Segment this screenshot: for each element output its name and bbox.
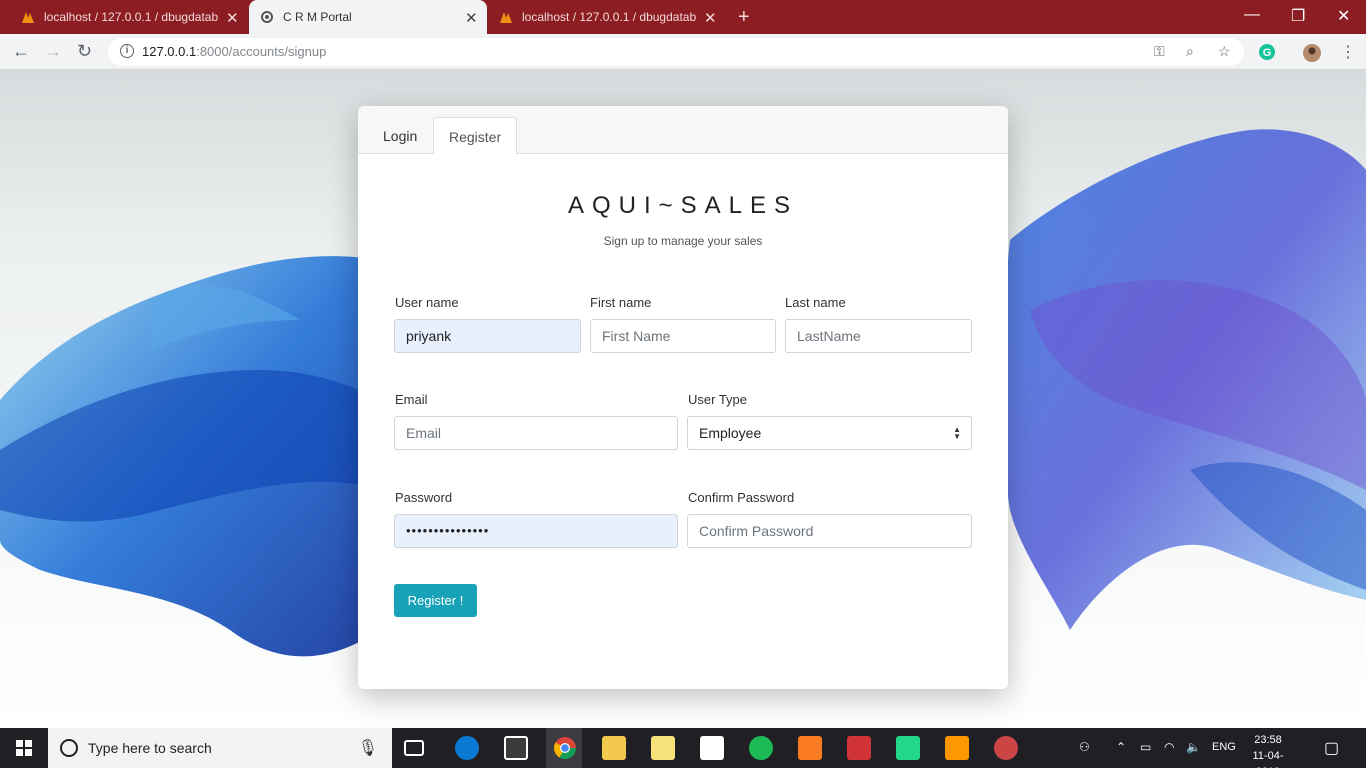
new-tab-button[interactable]: + — [738, 6, 750, 29]
key-icon[interactable]: ⚿ — [1154, 43, 1165, 60]
browser-tab-crm-portal[interactable]: C R M Portal ✕ — [249, 0, 487, 34]
battery-icon[interactable]: ▭ — [1140, 740, 1151, 754]
back-icon[interactable]: ← — [12, 41, 30, 62]
sublime-text-icon[interactable] — [945, 736, 969, 760]
language-indicator[interactable]: ENG — [1212, 741, 1236, 753]
info-icon[interactable]: i — [120, 44, 134, 58]
page-background: Login Register AQUI~SALES Sign up to man… — [0, 70, 1366, 728]
address-bar[interactable]: i 127.0.0.1:8000/accounts/signup ⚿ ⌕ ☆ — [108, 38, 1244, 66]
right-wave-decoration — [1002, 129, 1366, 631]
close-icon[interactable]: ✕ — [226, 9, 239, 27]
firstname-input[interactable]: First Name — [590, 319, 776, 353]
edge-icon[interactable] — [455, 736, 479, 760]
tab-label: C R M Portal — [283, 10, 352, 24]
system-clock[interactable]: 23:58 11-04-2019 — [1244, 732, 1292, 768]
restore-button[interactable]: ❐ — [1291, 6, 1305, 26]
zoom-icon[interactable]: ⌕ — [1186, 43, 1194, 60]
notification-icon[interactable]: ▢ — [1324, 738, 1339, 758]
close-window-button[interactable]: ✕ — [1337, 6, 1350, 26]
clock-time: 23:58 — [1254, 734, 1282, 746]
usertype-select[interactable]: Employee ▲ ▼ — [687, 416, 972, 450]
phpmyadmin-icon — [500, 12, 512, 23]
forward-icon[interactable]: → — [44, 41, 62, 62]
show-hidden-icons[interactable]: ⌃ — [1116, 740, 1126, 754]
gear-icon — [261, 11, 273, 23]
brand-title: AQUI~SALES — [567, 192, 799, 219]
signup-card: Login Register AQUI~SALES Sign up to man… — [358, 106, 1008, 689]
brand-tagline: Sign up to manage your sales — [603, 234, 763, 248]
minimize-button[interactable]: — — [1244, 6, 1260, 24]
username-input[interactable]: priyank — [394, 319, 581, 353]
url-text[interactable]: 127.0.0.1:8000/accounts/signup — [142, 44, 326, 59]
pycharm-icon[interactable] — [896, 736, 920, 760]
confirm-password-input[interactable]: Confirm Password — [687, 514, 972, 548]
wifi-icon[interactable]: ◠ — [1164, 740, 1174, 754]
spotify-icon[interactable] — [749, 736, 773, 760]
chrome-icon[interactable] — [553, 736, 577, 760]
task-view-icon[interactable] — [404, 740, 424, 756]
mail-icon[interactable] — [700, 736, 724, 760]
reload-icon[interactable]: ↻ — [77, 41, 92, 62]
email-label: Email — [395, 392, 428, 407]
store-icon[interactable] — [504, 736, 528, 760]
phpmyadmin-icon — [22, 12, 34, 23]
select-arrows-icon: ▲ ▼ — [953, 425, 961, 441]
windows-start-icon[interactable] — [16, 740, 32, 756]
star-icon[interactable]: ☆ — [1218, 43, 1231, 60]
card-tabs: Login Register — [358, 106, 1008, 155]
confirm-password-label: Confirm Password — [688, 490, 795, 505]
browser-tab-phpmyadmin-1[interactable]: localhost / 127.0.0.1 / dbugdatab ✕ — [0, 0, 248, 34]
microphone-icon[interactable]: 🎙 — [358, 738, 378, 758]
sticky-notes-icon[interactable] — [651, 736, 675, 760]
menu-icon[interactable]: ⋮ — [1340, 42, 1356, 62]
taskbar-search[interactable]: Type here to search 🎙 — [48, 728, 392, 768]
browser-tab-phpmyadmin-2[interactable]: localhost / 127.0.0.1 / dbugdatab ✕ — [478, 0, 726, 34]
tab-login[interactable]: Login — [368, 117, 432, 155]
register-button[interactable]: Register ! — [394, 584, 477, 617]
browser-tabstrip: localhost / 127.0.0.1 / dbugdatab ✕ C R … — [0, 0, 1366, 34]
file-explorer-icon[interactable] — [602, 736, 626, 760]
lastname-input[interactable]: LastName — [785, 319, 972, 353]
clock-date: 11-04-2019 — [1252, 750, 1284, 768]
snipping-tool-icon[interactable] — [994, 736, 1018, 760]
tab-label: localhost / 127.0.0.1 / dbugdatab — [522, 10, 697, 24]
email-input[interactable]: Email — [394, 416, 678, 450]
avatar[interactable] — [1302, 43, 1322, 63]
people-icon[interactable]: ⚇ — [1079, 740, 1090, 754]
close-icon[interactable]: ✕ — [704, 9, 717, 27]
lastname-label: Last name — [785, 295, 846, 310]
tab-register[interactable]: Register — [433, 117, 518, 155]
search-placeholder: Type here to search — [88, 740, 212, 756]
firstname-label: First name — [590, 295, 652, 310]
usertype-value: Employee — [699, 425, 762, 441]
presentation-icon[interactable] — [847, 736, 871, 760]
grammarly-icon[interactable]: G — [1258, 43, 1276, 61]
close-icon[interactable]: ✕ — [465, 9, 478, 27]
usertype-label: User Type — [688, 392, 748, 407]
password-label: Password — [395, 490, 453, 505]
svg-text:G: G — [1263, 47, 1272, 59]
password-input[interactable]: ••••••••••••••• — [394, 514, 678, 548]
volume-icon[interactable]: 🔈 — [1186, 740, 1201, 754]
windows-taskbar: Type here to search 🎙 ⚇ ⌃ ▭ ◠ 🔈 ENG 23:5… — [0, 728, 1366, 768]
cortana-icon — [60, 739, 78, 757]
browser-toolbar: ← → ↻ i 127.0.0.1:8000/accounts/signup ⚿… — [0, 34, 1366, 70]
username-label: User name — [395, 295, 459, 310]
tab-label: localhost / 127.0.0.1 / dbugdatab — [44, 10, 219, 24]
left-wave-decoration — [0, 256, 380, 657]
xampp-icon[interactable] — [798, 736, 822, 760]
